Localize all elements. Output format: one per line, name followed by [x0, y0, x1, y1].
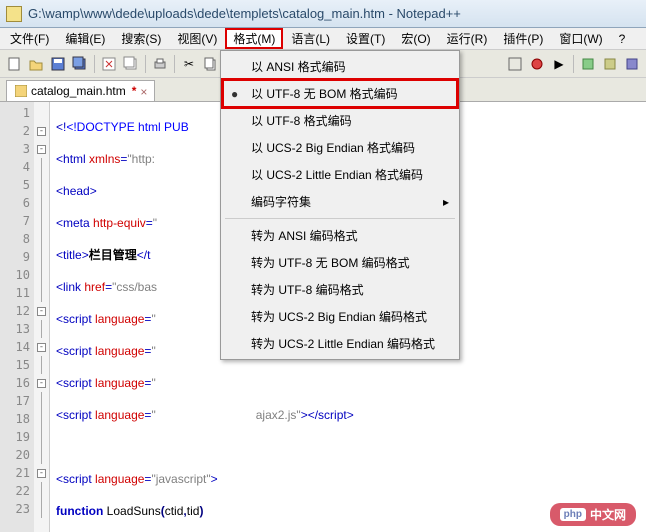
menu-item[interactable]: 以 UCS-2 Little Endian 格式编码 [223, 161, 457, 188]
new-file-icon[interactable] [4, 54, 24, 74]
line-number: 4 [0, 158, 30, 176]
watermark-text: 中文网 [590, 506, 626, 523]
close-icon[interactable] [99, 54, 119, 74]
line-number: 17 [0, 392, 30, 410]
menu-item[interactable]: 以 UTF-8 格式编码 [223, 107, 457, 134]
fold-toggle[interactable]: - [37, 343, 46, 352]
menu-separator [225, 218, 455, 219]
close-all-icon[interactable] [121, 54, 141, 74]
line-number: 10 [0, 266, 30, 284]
toolbar-separator [174, 55, 175, 73]
menu-item[interactable]: 转为 UCS-2 Little Endian 编码格式 [223, 330, 457, 357]
toolbar-icon[interactable]: ▶ [549, 54, 569, 74]
menu-item[interactable]: 以 UTF-8 无 BOM 格式编码 [223, 80, 457, 107]
toolbar-icon[interactable] [527, 54, 547, 74]
line-number: 23 [0, 500, 30, 518]
menu-item[interactable]: 窗口(W) [551, 28, 610, 49]
line-number: 22 [0, 482, 30, 500]
line-number: 5 [0, 176, 30, 194]
line-number: 8 [0, 230, 30, 248]
file-icon [15, 85, 27, 97]
fold-toggle[interactable]: - [37, 469, 46, 478]
menu-item[interactable]: 转为 ANSI 编码格式 [223, 222, 457, 249]
save-icon[interactable] [48, 54, 68, 74]
menu-item[interactable]: 编码字符集 [223, 188, 457, 215]
line-number: 14 [0, 338, 30, 356]
window-title: G:\wamp\www\dede\uploads\dede\templets\c… [28, 6, 461, 21]
line-number: 6 [0, 194, 30, 212]
dirty-indicator: * [132, 84, 137, 98]
line-number-gutter: 1234567891011121314151617181920212223 [0, 102, 34, 532]
toolbar-separator [94, 55, 95, 73]
cut-icon[interactable]: ✂ [179, 54, 199, 74]
line-number: 19 [0, 428, 30, 446]
toolbar-icon[interactable] [505, 54, 525, 74]
line-number: 1 [0, 104, 30, 122]
menu-item[interactable]: 宏(O) [393, 28, 438, 49]
line-number: 9 [0, 248, 30, 266]
fold-toggle[interactable]: - [37, 307, 46, 316]
app-icon [6, 6, 22, 22]
tab-filename: catalog_main.htm [31, 84, 126, 98]
menu-item[interactable]: 视图(V) [169, 28, 225, 49]
fold-toggle[interactable]: - [37, 379, 46, 388]
copy-icon[interactable] [201, 54, 221, 74]
fold-toggle[interactable]: - [37, 127, 46, 136]
toolbar-separator [573, 55, 574, 73]
menu-item[interactable]: 格式(M) [225, 28, 283, 49]
file-tab[interactable]: catalog_main.htm * × [6, 80, 155, 101]
line-number: 15 [0, 356, 30, 374]
encoding-menu: 以 ANSI 格式编码以 UTF-8 无 BOM 格式编码以 UTF-8 格式编… [220, 50, 460, 360]
menu-item[interactable]: 文件(F) [2, 28, 57, 49]
menu-item[interactable]: 插件(P) [495, 28, 551, 49]
menu-item[interactable]: 转为 UTF-8 编码格式 [223, 276, 457, 303]
menu-item[interactable]: 以 UCS-2 Big Endian 格式编码 [223, 134, 457, 161]
line-number: 16 [0, 374, 30, 392]
line-number: 21 [0, 464, 30, 482]
line-number: 7 [0, 212, 30, 230]
open-file-icon[interactable] [26, 54, 46, 74]
line-number: 2 [0, 122, 30, 140]
toolbar-separator [145, 55, 146, 73]
save-all-icon[interactable] [70, 54, 90, 74]
php-badge: php [560, 508, 586, 521]
toolbar-icon[interactable] [600, 54, 620, 74]
fold-gutter: - - - - - - [34, 102, 50, 532]
fold-toggle[interactable]: - [37, 145, 46, 154]
line-number: 3 [0, 140, 30, 158]
tab-close-icon[interactable]: × [140, 85, 150, 95]
print-icon[interactable] [150, 54, 170, 74]
line-number: 13 [0, 320, 30, 338]
menu-item[interactable]: 以 ANSI 格式编码 [223, 53, 457, 80]
menu-item[interactable]: 运行(R) [439, 28, 496, 49]
toolbar-icon[interactable] [622, 54, 642, 74]
line-number: 12 [0, 302, 30, 320]
menu-item[interactable]: 转为 UCS-2 Big Endian 编码格式 [223, 303, 457, 330]
line-number: 20 [0, 446, 30, 464]
menu-item[interactable]: 转为 UTF-8 无 BOM 编码格式 [223, 249, 457, 276]
menu-item[interactable]: 编辑(E) [57, 28, 113, 49]
watermark: php 中文网 [550, 503, 636, 526]
line-number: 11 [0, 284, 30, 302]
menu-item[interactable]: ? [611, 30, 634, 48]
menu-item[interactable]: 设置(T) [338, 28, 393, 49]
toolbar-icon[interactable] [578, 54, 598, 74]
window-titlebar: G:\wamp\www\dede\uploads\dede\templets\c… [0, 0, 646, 28]
menu-item[interactable]: 语言(L) [283, 28, 338, 49]
menubar: 文件(F)编辑(E)搜索(S)视图(V)格式(M)语言(L)设置(T)宏(O)运… [0, 28, 646, 50]
line-number: 18 [0, 410, 30, 428]
menu-item[interactable]: 搜索(S) [113, 28, 169, 49]
